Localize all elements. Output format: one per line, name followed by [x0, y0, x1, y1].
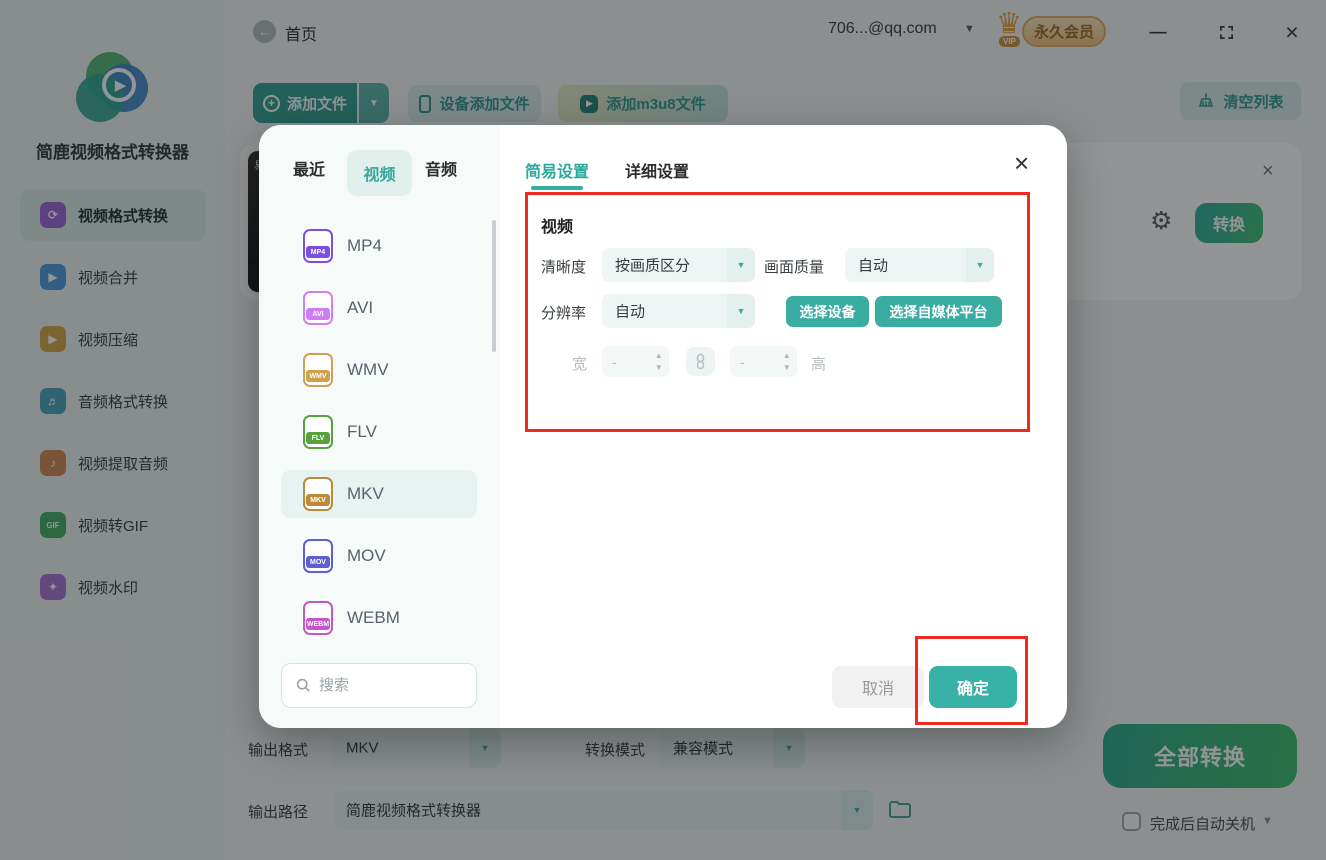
clarity-label: 清晰度: [541, 259, 587, 276]
quality-value: 自动: [858, 257, 889, 275]
format-option-wmv[interactable]: WMV WMV: [281, 346, 477, 394]
width-stepper[interactable]: - ▴ ▾: [602, 346, 669, 377]
format-settings-dialog: 最近 视频 音频 MP4 MP4 AVI AVI WMV WMV FLV FLV…: [259, 125, 1067, 728]
format-option-flv[interactable]: FLV FLV: [281, 408, 477, 456]
stepper-down-icon[interactable]: ▾: [656, 361, 661, 373]
file-format-icon: MKV: [303, 477, 333, 511]
format-label: MKV: [347, 484, 384, 503]
height-label: 高: [811, 356, 827, 373]
chevron-down-icon: ▼: [727, 294, 755, 328]
chain-link-icon: [696, 353, 705, 370]
aspect-link-toggle[interactable]: [686, 347, 715, 376]
stepper-up-icon[interactable]: ▴: [656, 349, 661, 361]
resolution-label: 分辨率: [541, 305, 587, 322]
format-option-mp4[interactable]: MP4 MP4: [281, 222, 477, 270]
file-format-icon: MP4: [303, 229, 333, 263]
stepper-up-icon[interactable]: ▴: [784, 349, 789, 361]
file-format-icon: WMV: [303, 353, 333, 387]
height-value: -: [740, 353, 745, 370]
app-window: ▶ 简鹿视频格式转换器 ⟳ 视频格式转换 ▶ 视频合并 ▶ 视频压缩 ♬ 音频格…: [0, 0, 1326, 860]
select-media-platform-button[interactable]: 选择自媒体平台: [875, 296, 1002, 327]
format-search: [281, 663, 477, 708]
clarity-select[interactable]: 按画质区分 ▼: [602, 248, 755, 282]
clarity-value: 按画质区分: [615, 257, 691, 275]
quality-select[interactable]: 自动 ▼: [845, 248, 994, 282]
format-label: WEBM: [347, 608, 400, 627]
search-input[interactable]: [319, 677, 449, 694]
file-format-icon: AVI: [303, 291, 333, 325]
quality-label: 画面质量: [764, 259, 825, 276]
format-option-avi[interactable]: AVI AVI: [281, 284, 477, 332]
chevron-down-icon: ▼: [966, 248, 994, 282]
format-label: FLV: [347, 422, 377, 441]
highlight-confirm-annotation: [915, 636, 1028, 725]
tab-detailed-settings[interactable]: 详细设置: [625, 158, 689, 182]
format-list-panel: 最近 视频 音频 MP4 MP4 AVI AVI WMV WMV FLV FLV…: [259, 125, 500, 728]
tab-simple-settings[interactable]: 简易设置: [525, 158, 589, 182]
chevron-down-icon: ▼: [727, 248, 755, 282]
resolution-select[interactable]: 自动 ▼: [602, 294, 755, 328]
width-value: -: [612, 353, 617, 370]
format-option-mkv[interactable]: MKV MKV: [281, 470, 477, 518]
search-icon: [296, 678, 310, 692]
file-format-icon: WEBM: [303, 601, 333, 635]
stepper-down-icon[interactable]: ▾: [784, 361, 789, 373]
active-tab-underline: [531, 186, 583, 190]
width-label: 宽: [572, 356, 588, 373]
file-format-icon: MOV: [303, 539, 333, 573]
select-device-button[interactable]: 选择设备: [786, 296, 869, 327]
close-dialog-icon[interactable]: ×: [1014, 150, 1029, 176]
format-label: MOV: [347, 546, 386, 565]
file-format-icon: FLV: [303, 415, 333, 449]
format-label: AVI: [347, 298, 374, 317]
tab-recent[interactable]: 最近: [293, 156, 325, 180]
tab-video[interactable]: 视频: [347, 150, 412, 196]
tab-audio[interactable]: 音频: [425, 156, 457, 180]
format-option-mov[interactable]: MOV MOV: [281, 532, 477, 580]
resolution-value: 自动: [615, 303, 646, 321]
height-stepper[interactable]: - ▴ ▾: [730, 346, 797, 377]
scrollbar-thumb[interactable]: [492, 220, 496, 352]
cancel-button[interactable]: 取消: [832, 666, 924, 708]
format-label: MP4: [347, 236, 382, 255]
format-option-webm[interactable]: WEBM WEBM: [281, 594, 477, 642]
video-section-title: 视频: [541, 219, 574, 236]
format-label: WMV: [347, 360, 389, 379]
